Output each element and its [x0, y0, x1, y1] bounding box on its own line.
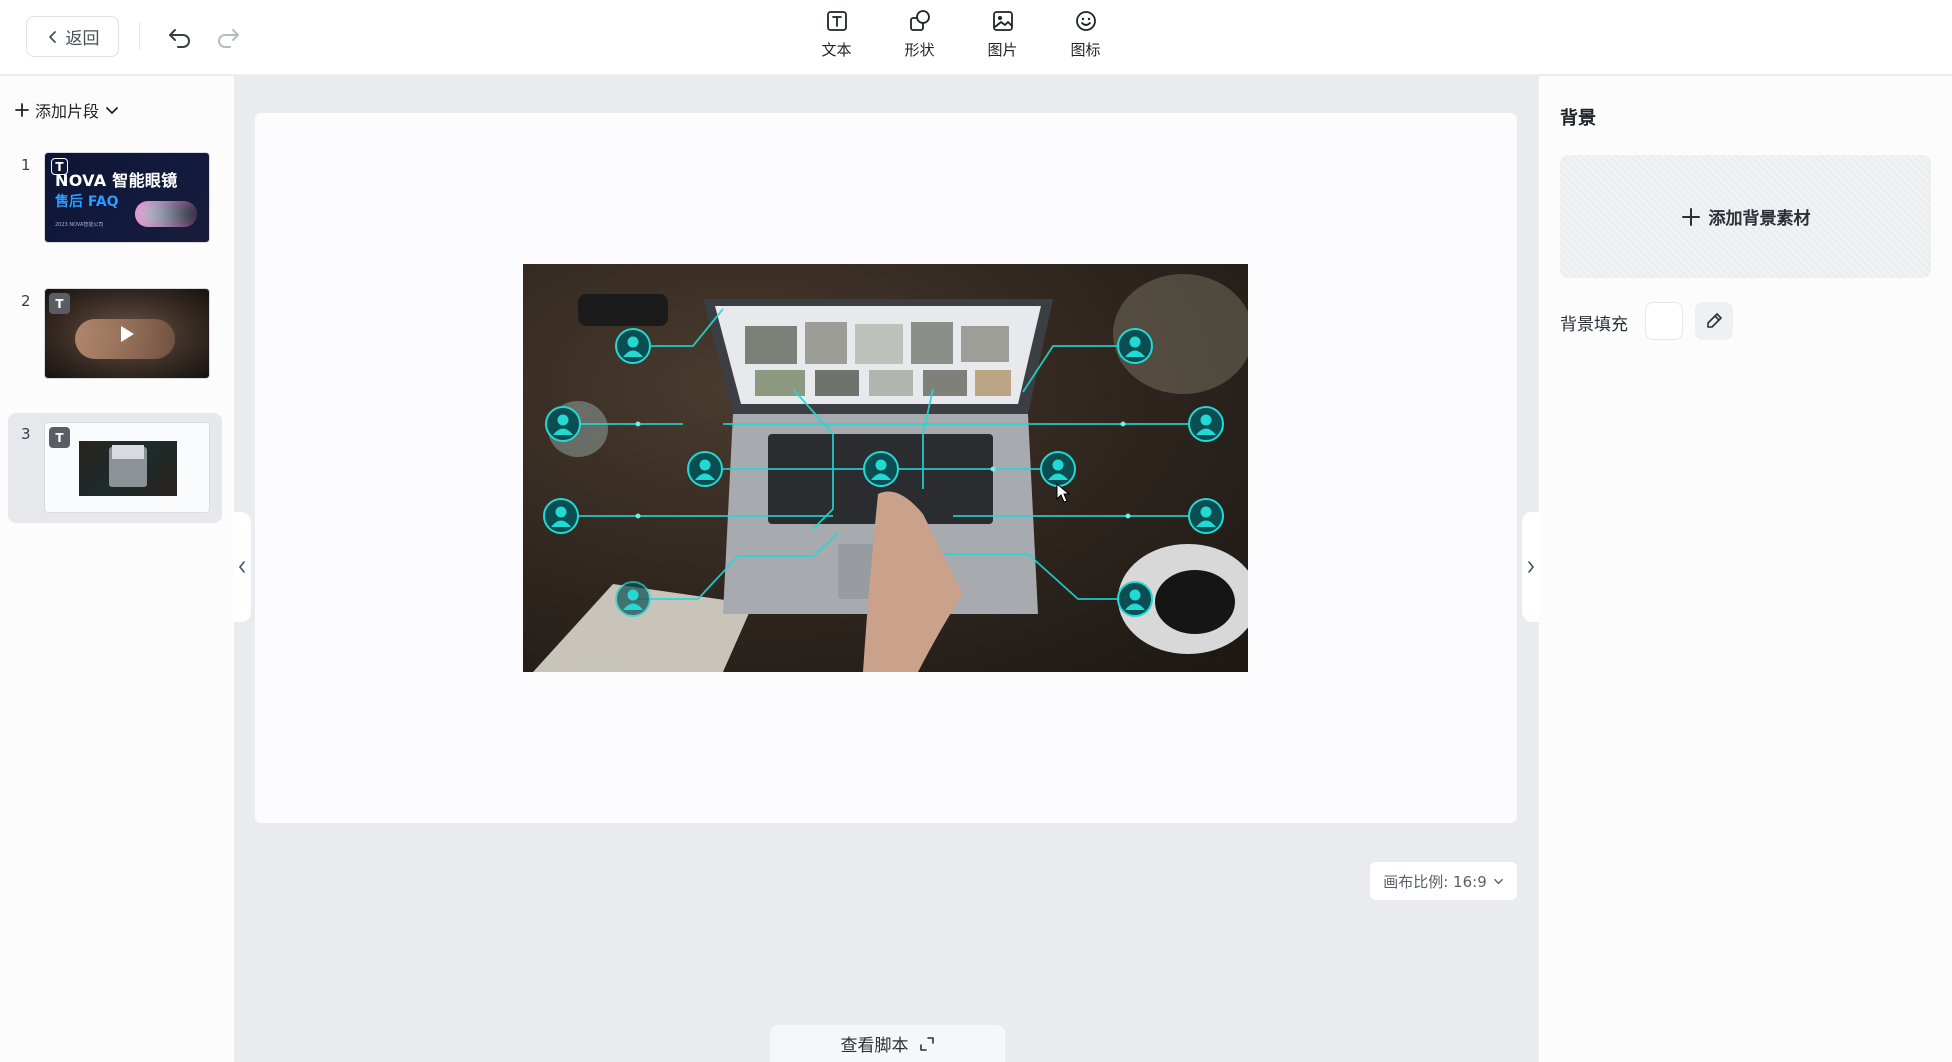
- text-badge: T: [49, 427, 70, 448]
- tool-icon-label: 图标: [1070, 41, 1101, 59]
- slide-thumbnail[interactable]: T: [44, 288, 210, 379]
- expand-icon: [919, 1036, 934, 1051]
- chevron-right-icon: [1528, 561, 1535, 573]
- add-background-button[interactable]: 添加背景素材: [1560, 155, 1931, 278]
- slide-canvas[interactable]: [255, 113, 1517, 823]
- top-toolbar: 返回 文本 形状 图片 图标: [0, 0, 1952, 75]
- smiley-icon: [1075, 11, 1096, 31]
- text-badge: T: [51, 158, 68, 175]
- slide-item-3[interactable]: 3 T: [8, 413, 222, 523]
- insert-tools: 文本 形状 图片 图标: [810, 8, 1112, 60]
- network-illustration: [533, 274, 1248, 672]
- thumb-footnote: 2023 NOVA智能公司: [55, 222, 104, 228]
- slide-thumbnail[interactable]: T: [44, 422, 210, 513]
- workspace: 画布比例: 16:9 查看脚本: [234, 76, 1538, 1062]
- canvas-ratio-label: 画布比例: 16:9: [1383, 872, 1487, 891]
- slide-item-1[interactable]: 1 T NOVA 智能眼镜 售后 FAQ 2023 NOVA智能公司: [8, 152, 222, 262]
- chevron-down-icon: [1493, 878, 1503, 884]
- text-badge: T: [49, 293, 70, 314]
- collapse-left-panel-button[interactable]: [233, 512, 251, 622]
- view-script-label: 查看脚本: [840, 1036, 909, 1056]
- redo-button[interactable]: [211, 20, 245, 54]
- collapse-right-panel-button[interactable]: [1522, 512, 1540, 622]
- tool-shape[interactable]: 形状: [893, 8, 946, 60]
- slide-number: 2: [21, 292, 31, 310]
- tool-text-label: 文本: [821, 41, 852, 59]
- laptop-network-image[interactable]: [523, 264, 1248, 672]
- eyedropper-button[interactable]: [1695, 302, 1733, 340]
- toolbar-divider: [139, 22, 140, 50]
- back-button[interactable]: 返回: [26, 16, 119, 57]
- slide-number: 1: [21, 156, 31, 174]
- chevron-left-icon: [238, 561, 245, 573]
- text-box-icon: [826, 11, 847, 31]
- slide-thumbnail[interactable]: T NOVA 智能眼镜 售后 FAQ 2023 NOVA智能公司: [44, 152, 210, 243]
- properties-panel: 背景 添加背景素材 背景填充: [1539, 76, 1952, 1062]
- laptop-network-thumbnail: [79, 441, 177, 496]
- add-segment-label: 添加片段: [35, 102, 100, 121]
- tool-image-label: 图片: [987, 41, 1018, 59]
- redo-icon: [218, 29, 239, 48]
- tool-image[interactable]: 图片: [976, 8, 1029, 60]
- view-script-button[interactable]: 查看脚本: [770, 1025, 1005, 1062]
- tool-shape-label: 形状: [904, 41, 935, 59]
- undo-icon: [169, 29, 190, 48]
- smart-glasses-image: [135, 201, 197, 227]
- tool-icon[interactable]: 图标: [1059, 8, 1112, 60]
- add-segment-button[interactable]: 添加片段: [15, 98, 119, 122]
- background-fill-label: 背景填充: [1560, 315, 1628, 335]
- tool-text[interactable]: 文本: [810, 8, 863, 60]
- add-background-label: 添加背景素材: [1708, 209, 1811, 229]
- undo-button[interactable]: [163, 20, 197, 54]
- back-label: 返回: [65, 29, 100, 49]
- thumb-title: NOVA 智能眼镜: [55, 171, 178, 190]
- shapes-icon: [909, 10, 930, 31]
- slide-number: 3: [21, 425, 31, 443]
- plus-icon: [15, 103, 29, 117]
- play-icon: [121, 326, 134, 342]
- background-fill-swatch[interactable]: [1645, 302, 1683, 340]
- image-icon: [992, 11, 1013, 31]
- slide-item-2[interactable]: 2 T: [8, 288, 222, 398]
- thumb-subtitle: 售后 FAQ: [55, 194, 119, 210]
- eyedropper-icon: [1707, 313, 1722, 328]
- segment-sidebar: 添加片段 1 T NOVA 智能眼镜 售后 FAQ 2023 NOVA智能公司 …: [0, 76, 234, 1062]
- chevron-left-icon: [48, 30, 56, 43]
- plus-icon: [1681, 207, 1700, 226]
- chevron-down-icon: [106, 107, 118, 114]
- canvas-ratio-select[interactable]: 画布比例: 16:9: [1370, 862, 1517, 900]
- background-section-title: 背景: [1560, 108, 1596, 129]
